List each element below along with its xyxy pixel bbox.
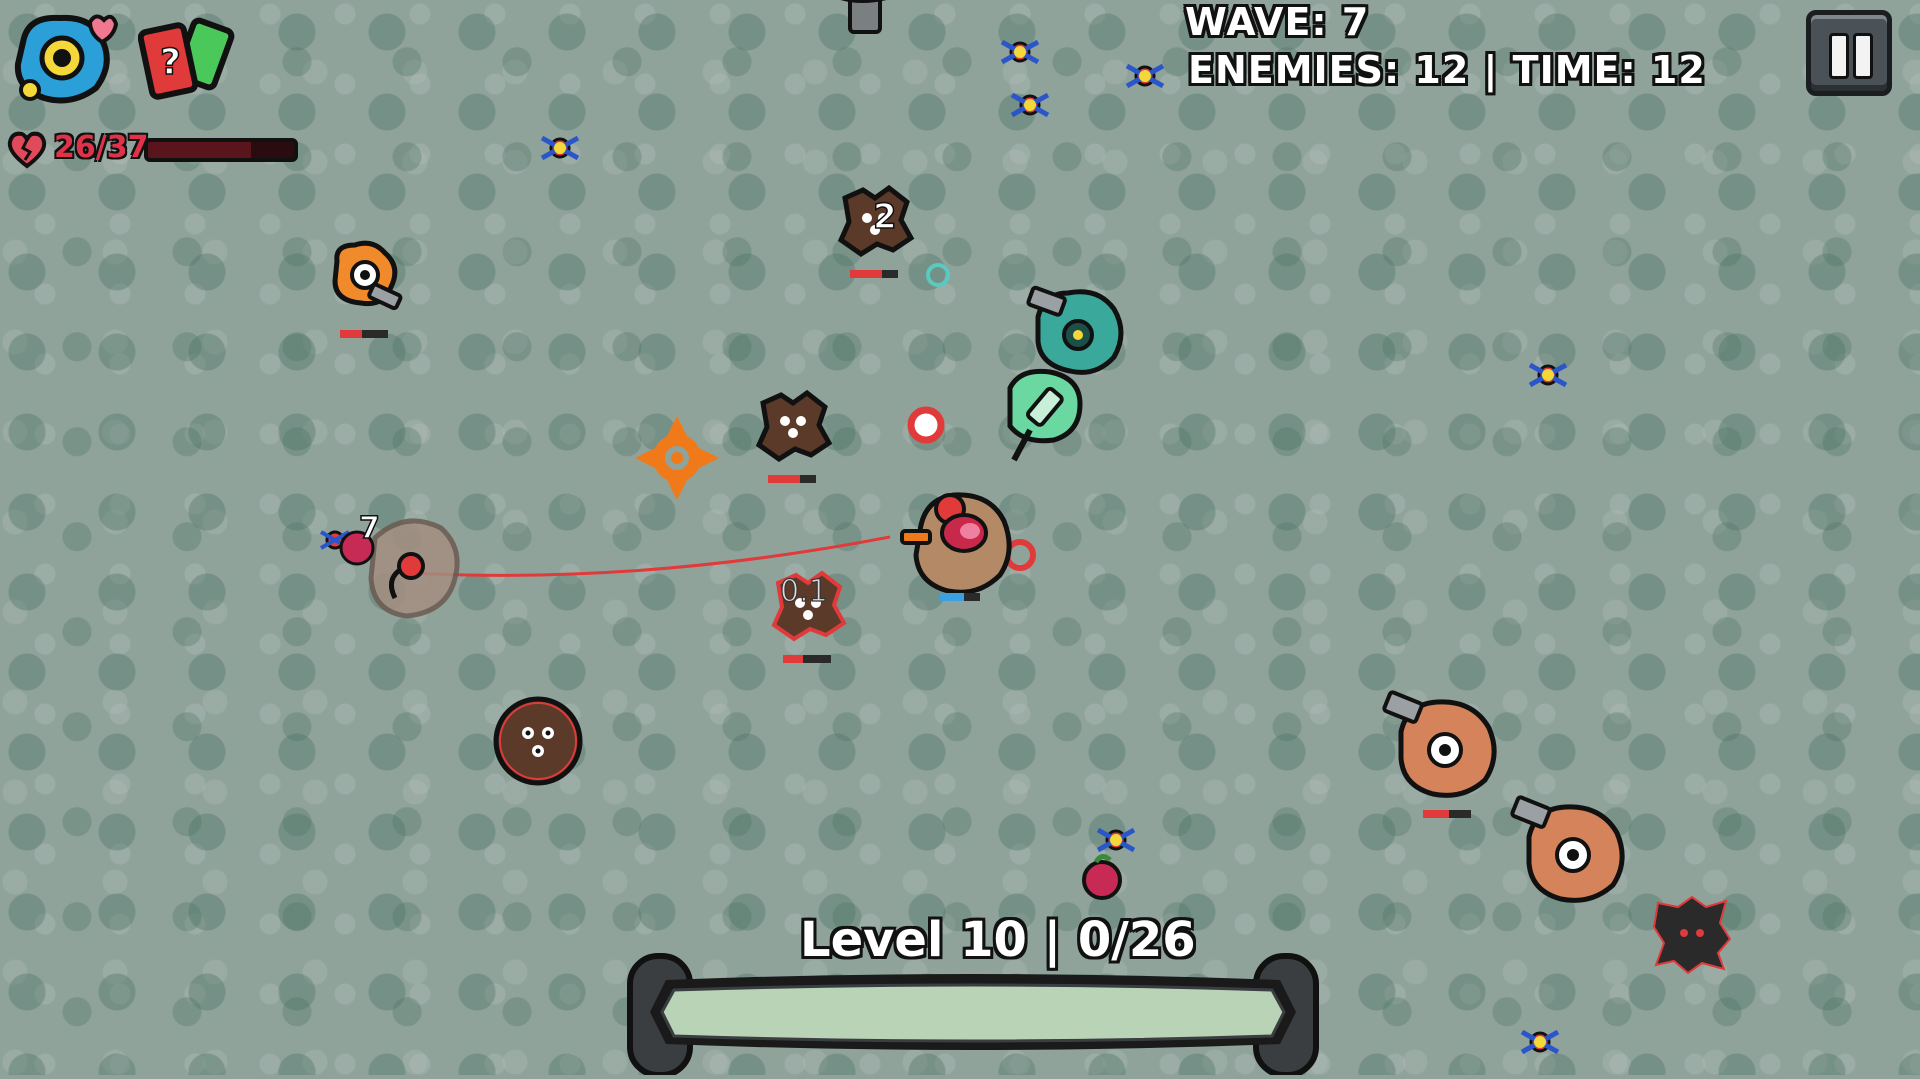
health-bar-fill (148, 142, 251, 158)
wave-label: WAVE: 7 (1185, 0, 1370, 44)
mystery-cards-icon[interactable]: ? (137, 10, 246, 110)
enemies-time-label: ENEMIES: 12 | TIME: 12 (1188, 48, 1706, 92)
dna-pickup (1096, 827, 1136, 853)
dna-pickup (540, 135, 580, 161)
health-display: 26/37 (6, 130, 306, 170)
dna-pickup (1528, 362, 1568, 388)
laser-beam (409, 535, 891, 577)
pause-button[interactable] (1806, 10, 1892, 96)
damage-number: 2 (873, 197, 897, 237)
offscreen-turret (840, 0, 887, 34)
player-cell (900, 492, 1012, 601)
pause-icon (1829, 33, 1849, 79)
crosshair (635, 416, 719, 500)
damage-number: 7 (359, 511, 380, 546)
turret-enemy (1510, 795, 1625, 903)
pause-icon (1853, 33, 1873, 79)
health-value: 26/37 (54, 130, 149, 165)
dna-pickup (1010, 92, 1050, 118)
turret-enemy (332, 240, 403, 338)
broken-heart-icon (7, 131, 47, 169)
eye-cell-hearts-icon[interactable] (10, 8, 119, 108)
blob-enemy (755, 389, 833, 483)
blob-enemy: 0.1 (771, 570, 847, 663)
svg-text:?: ? (160, 42, 181, 83)
xp-bar (626, 950, 1320, 1078)
health-bar (144, 138, 298, 162)
turret-enemy (1382, 690, 1497, 818)
damage-number: 0.1 (780, 574, 828, 609)
dna-pickup (1000, 39, 1040, 65)
target-marker (907, 406, 945, 444)
ally-turret (1026, 285, 1124, 375)
small-orb (926, 263, 950, 287)
dna-pickup (1520, 1029, 1560, 1055)
hook-enemy: 7 (339, 510, 460, 619)
round-cell-enemy (493, 696, 583, 786)
berry-pickup (1082, 854, 1122, 900)
spiky-enemy (1652, 895, 1732, 975)
dna-pickup (1125, 63, 1165, 89)
blob-enemy: 2 (837, 184, 915, 278)
syringe-ally (1007, 368, 1083, 462)
